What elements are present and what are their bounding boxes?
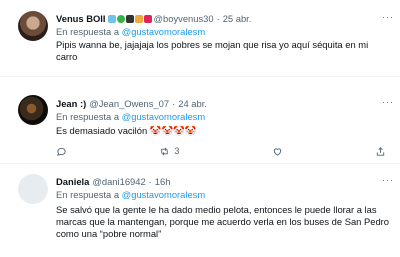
display-name[interactable]: Venus BOII (56, 13, 106, 24)
username[interactable]: @dani16942 (92, 176, 145, 187)
share-icon (376, 146, 385, 156)
display-name[interactable]: Jean :) (56, 98, 86, 109)
tweet-header: Jean :) @Jean_Owens_07 · 24 abr. (56, 98, 207, 109)
tweet-text: Es demasiado vacilón 🤡🤡🤡🤡 (56, 125, 197, 136)
timestamp[interactable]: 25 abr. (223, 13, 252, 24)
sign-icon (134, 14, 143, 23)
reply-context: En respuesta a @gustavomoralesm (56, 26, 205, 37)
reply-prefix: En respuesta a (56, 111, 120, 122)
gem-icon (107, 14, 116, 23)
cross-mark-icon (143, 14, 152, 23)
timestamp[interactable]: 24 abr. (178, 98, 207, 109)
reply-context: En respuesta a @gustavomoralesm (56, 111, 205, 122)
tweet[interactable]: Daniela @dani16942 · 16h ··· En respuest… (0, 164, 400, 257)
tweet-header: Daniela @dani16942 · 16h (56, 176, 170, 187)
retweet-button[interactable]: 3 (159, 146, 179, 157)
tweet-actions: 3 (56, 144, 386, 158)
more-options-icon[interactable]: ··· (382, 97, 394, 107)
retweet-icon (161, 147, 169, 155)
tweet[interactable]: Venus BOII @boyvenus30 · 25 abr. ··· En … (0, 0, 400, 75)
separator: · (172, 98, 176, 109)
green-heart-icon (116, 14, 125, 23)
separator: · (216, 13, 220, 24)
clapper-icon (125, 14, 134, 23)
tweet-text: Pipis wanna be, jajajaja los pobres se m… (56, 39, 369, 62)
retweet-count: 3 (174, 146, 180, 156)
timestamp[interactable]: 16h (155, 176, 171, 187)
more-options-icon[interactable]: ··· (382, 175, 394, 185)
heart-icon (273, 147, 281, 156)
reply-handle-link[interactable]: @gustavomoralesm (122, 189, 206, 200)
share-button[interactable] (375, 146, 386, 157)
avatar[interactable] (18, 95, 48, 125)
username[interactable]: @boyvenus30 (154, 13, 214, 24)
reply-handle-link[interactable]: @gustavomoralesm (122, 111, 206, 122)
reply-button[interactable] (56, 146, 67, 157)
avatar[interactable] (18, 11, 48, 41)
tweet-text: Se salvó que la gente le ha dado medio p… (56, 204, 390, 239)
display-name[interactable]: Daniela (56, 176, 89, 187)
tweet[interactable]: Jean :) @Jean_Owens_07 · 24 abr. ··· En … (0, 77, 400, 163)
tweet-header: Venus BOII @boyvenus30 · 25 abr. (56, 13, 251, 24)
separator: · (148, 176, 152, 187)
reply-icon (57, 147, 66, 156)
name-badges (107, 14, 152, 23)
reply-prefix: En respuesta a (56, 26, 120, 37)
username[interactable]: @Jean_Owens_07 (89, 98, 169, 109)
more-options-icon[interactable]: ··· (382, 12, 394, 22)
reply-context: En respuesta a @gustavomoralesm (56, 189, 205, 200)
reply-handle-link[interactable]: @gustavomoralesm (122, 26, 206, 37)
like-button[interactable] (272, 146, 283, 157)
avatar[interactable] (18, 174, 48, 204)
reply-prefix: En respuesta a (56, 189, 120, 200)
